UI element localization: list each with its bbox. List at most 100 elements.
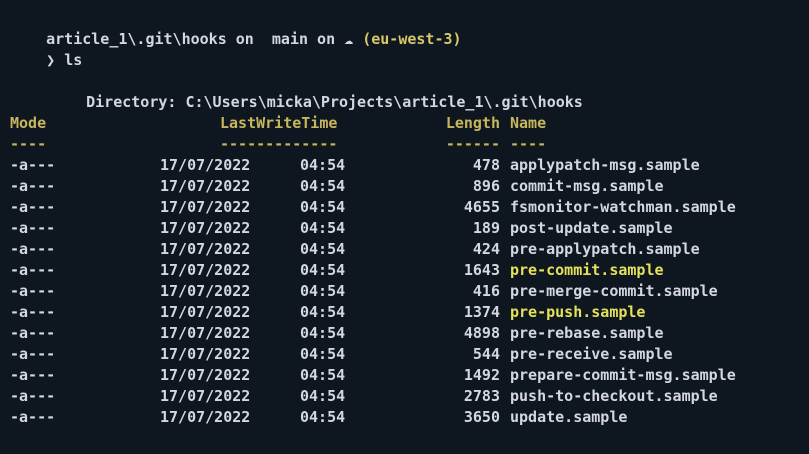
underline-length: ------ (445, 135, 500, 153)
file-time: 04:54 (300, 282, 346, 300)
file-mode: -a--- (10, 261, 56, 279)
table-row: -a--- 17/07/2022 04:54 3650 update.sample (0, 407, 809, 428)
table-row: -a--- 17/07/2022 04:54 416 pre-merge-commit.… (0, 281, 809, 302)
file-length: 1374 (463, 303, 500, 321)
file-time: 04:54 (300, 408, 346, 426)
file-time: 04:54 (300, 240, 346, 258)
table-header-row: Mode LastWriteTime Length Name (0, 113, 809, 134)
file-name: prepare-commit-msg.sample (510, 366, 736, 384)
file-name: update.sample (510, 408, 628, 426)
underline-mode: ---- (10, 135, 47, 153)
file-length: 4655 (463, 198, 500, 216)
file-length: 1643 (463, 261, 500, 279)
header-length: Length (445, 114, 500, 132)
file-length: 424 (472, 240, 500, 258)
file-mode: -a--- (10, 324, 56, 342)
underline-lastwritetime: ------------- (220, 135, 338, 153)
table-row: -a--- 17/07/2022 04:54 189 post-update.sampl… (0, 218, 809, 239)
file-time: 04:54 (300, 345, 346, 363)
table-row: -a--- 17/07/2022 04:54 2783 push-to-checkout… (0, 386, 809, 407)
file-length: 544 (472, 345, 500, 363)
file-mode: -a--- (10, 303, 56, 321)
table-row: -a--- 17/07/2022 04:54 544 pre-receive.sampl… (0, 344, 809, 365)
file-date: 17/07/2022 (160, 366, 251, 384)
file-date: 17/07/2022 (160, 345, 251, 363)
command-text: ls (64, 51, 83, 69)
file-length: 4898 (463, 324, 500, 342)
file-mode: -a--- (10, 219, 56, 237)
file-time: 04:54 (300, 219, 346, 237)
file-name: pre-receive.sample (510, 345, 673, 363)
prompt-region: (eu-west-3) (362, 30, 462, 48)
file-mode: -a--- (10, 408, 56, 426)
file-date: 17/07/2022 (160, 219, 251, 237)
terminal-window[interactable]: article_1\.git\hooks on main on ☁ (eu-we… (0, 0, 809, 454)
table-row: -a--- 17/07/2022 04:54 1643 pre-commit.sampl… (0, 260, 809, 281)
file-time: 04:54 (300, 177, 346, 195)
file-time: 04:54 (300, 366, 346, 384)
file-time: 04:54 (300, 324, 346, 342)
file-mode: -a--- (10, 282, 56, 300)
table-header-underline: ---- ------------- ------ ---- (0, 134, 809, 155)
file-name: pre-commit.sample (510, 261, 664, 279)
directory-line: Directory: C:\Users\micka\Projects\artic… (50, 71, 583, 111)
table-row: -a--- 17/07/2022 04:54 1492 prepare-commit-m… (0, 365, 809, 386)
header-lastwritetime: LastWriteTime (220, 114, 338, 132)
file-name: commit-msg.sample (510, 177, 664, 195)
file-mode: -a--- (10, 177, 56, 195)
file-date: 17/07/2022 (160, 387, 251, 405)
file-name: pre-merge-commit.sample (510, 282, 718, 300)
table-row: -a--- 17/07/2022 04:54 424 pre-applypatch.sa… (0, 239, 809, 260)
file-length: 478 (472, 156, 500, 174)
file-name: applypatch-msg.sample (510, 156, 700, 174)
command-line[interactable]: ❯ ls (10, 29, 82, 69)
file-length: 189 (472, 219, 500, 237)
header-mode: Mode (10, 114, 47, 132)
table-row: -a--- 17/07/2022 04:54 1374 pre-push.sample (0, 302, 809, 323)
file-mode: -a--- (10, 366, 56, 384)
file-name: fsmonitor-watchman.sample (510, 198, 736, 216)
file-length: 896 (472, 177, 500, 195)
file-mode: -a--- (10, 387, 56, 405)
file-date: 17/07/2022 (160, 303, 251, 321)
chevron-icon: ❯ (46, 51, 56, 69)
file-date: 17/07/2022 (160, 156, 251, 174)
file-name: pre-rebase.sample (510, 324, 664, 342)
file-name: pre-push.sample (510, 303, 646, 321)
file-length: 416 (472, 282, 500, 300)
file-date: 17/07/2022 (160, 324, 251, 342)
prompt-on-text: on (226, 30, 263, 48)
header-name: Name (510, 114, 547, 132)
file-time: 04:54 (300, 261, 346, 279)
file-name: pre-applypatch.sample (510, 240, 700, 258)
file-time: 04:54 (300, 303, 346, 321)
file-length: 2783 (463, 387, 500, 405)
underline-name: ---- (510, 135, 547, 153)
table-row: -a--- 17/07/2022 04:54 896 commit-msg.sample (0, 176, 809, 197)
file-mode: -a--- (10, 345, 56, 363)
prompt-on-text-2: on (308, 30, 345, 48)
file-date: 17/07/2022 (160, 240, 251, 258)
file-time: 04:54 (300, 387, 346, 405)
directory-label: Directory: (86, 93, 177, 111)
file-date: 17/07/2022 (160, 261, 251, 279)
file-date: 17/07/2022 (160, 198, 251, 216)
prompt-branch: main (262, 30, 309, 48)
file-date: 17/07/2022 (160, 177, 251, 195)
file-name: post-update.sample (510, 219, 673, 237)
file-date: 17/07/2022 (160, 282, 251, 300)
file-time: 04:54 (300, 198, 346, 216)
file-length: 1492 (463, 366, 500, 384)
cloud-icon: ☁ (344, 30, 354, 48)
directory-path: C:\Users\micka\Projects\article_1\.git\h… (185, 93, 583, 111)
file-name: push-to-checkout.sample (510, 387, 718, 405)
file-mode: -a--- (10, 240, 56, 258)
table-row: -a--- 17/07/2022 04:54 4898 pre-rebase.sampl… (0, 323, 809, 344)
file-length: 3650 (463, 408, 500, 426)
file-mode: -a--- (10, 198, 56, 216)
file-time: 04:54 (300, 156, 346, 174)
table-row: -a--- 17/07/2022 04:54 4655 fsmonitor-watchm… (0, 197, 809, 218)
file-date: 17/07/2022 (160, 408, 251, 426)
file-mode: -a--- (10, 156, 56, 174)
prompt-line: article_1\.git\hooks on main on ☁ (eu-we… (10, 8, 461, 48)
